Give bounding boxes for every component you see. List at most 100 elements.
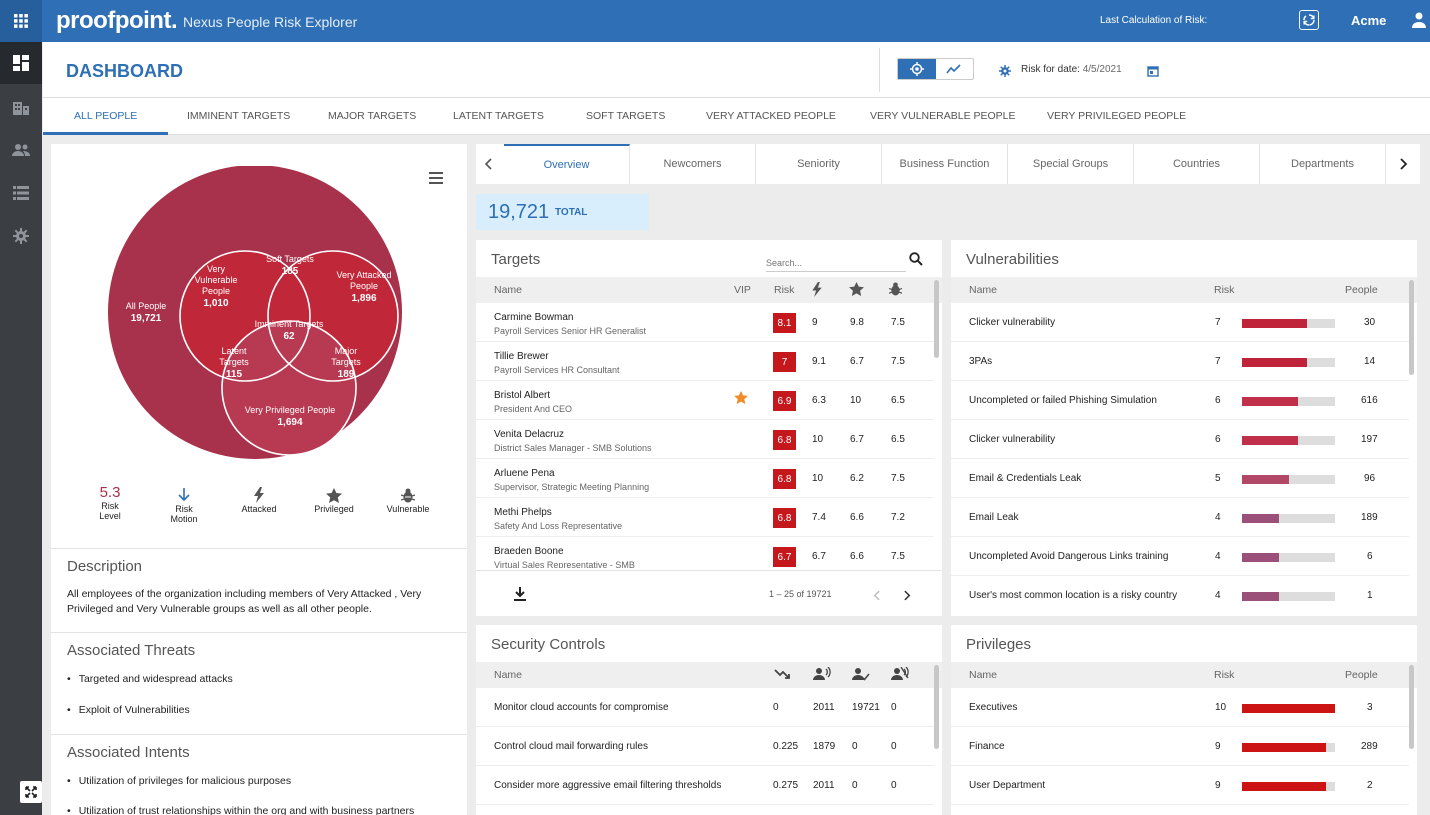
- table-row[interactable]: Tillie Brewer Payroll Services HR Consul…: [476, 342, 934, 381]
- download-icon[interactable]: [514, 587, 526, 606]
- tab-all-people[interactable]: ALL PEOPLE: [74, 110, 137, 122]
- person-muted-icon[interactable]: [891, 666, 909, 684]
- apps-grid-icon[interactable]: [0, 0, 42, 42]
- subtab-overview[interactable]: Overview: [504, 144, 630, 184]
- control-name[interactable]: Control cloud mail forwarding rules: [494, 741, 648, 752]
- expand-icon[interactable]: [20, 781, 42, 803]
- vulnerability-name[interactable]: Clicker vulnerability: [969, 434, 1055, 445]
- subtab-seniority[interactable]: Seniority: [756, 144, 882, 184]
- calendar-icon[interactable]: [1147, 64, 1159, 82]
- table-row[interactable]: 3PAs 7 14: [951, 342, 1409, 381]
- person-name[interactable]: Methi Phelps: [494, 507, 552, 518]
- target-view-button[interactable]: [898, 59, 936, 79]
- star-icon[interactable]: [849, 282, 864, 299]
- vulnerability-name[interactable]: Uncompleted or failed Phishing Simulatio…: [969, 395, 1157, 406]
- view-toggle[interactable]: [897, 58, 974, 80]
- table-row[interactable]: Control cloud mail forwarding rules 0.22…: [476, 727, 934, 766]
- table-row[interactable]: Braeden Boone Virtual Sales Representati…: [476, 537, 934, 568]
- table-row[interactable]: Uncompleted Avoid Dangerous Links traini…: [951, 537, 1409, 576]
- tenant-name[interactable]: Acme: [1351, 13, 1386, 28]
- targets-scrollbar[interactable]: [934, 280, 939, 358]
- dashboard-icon[interactable]: [11, 53, 31, 73]
- trend-view-button[interactable]: [936, 59, 974, 79]
- subtab-business-function[interactable]: Business Function: [882, 144, 1008, 184]
- subtab-special-groups[interactable]: Special Groups: [1008, 144, 1134, 184]
- vulnerabilities-scrollbar[interactable]: [1409, 280, 1414, 375]
- settings-icon[interactable]: [11, 226, 31, 246]
- vulnerability-name[interactable]: User's most common location is a risky c…: [969, 590, 1177, 601]
- table-row[interactable]: Clicker vulnerability 6 197: [951, 420, 1409, 459]
- gear-icon[interactable]: [999, 64, 1011, 82]
- subtab-newcomers[interactable]: Newcomers: [630, 144, 756, 184]
- lightning-icon[interactable]: [812, 282, 822, 300]
- col-risk[interactable]: Risk: [1214, 284, 1234, 296]
- privilege-name[interactable]: User Department: [969, 780, 1045, 791]
- chevron-left-icon[interactable]: [873, 588, 880, 606]
- col-name[interactable]: Name: [969, 669, 997, 681]
- chevron-right-icon[interactable]: [1400, 157, 1408, 175]
- security-controls-scrollbar[interactable]: [934, 665, 939, 749]
- table-row[interactable]: Email Leak 4 189: [951, 498, 1409, 537]
- chevron-right-icon[interactable]: [904, 588, 911, 606]
- control-name[interactable]: Monitor cloud accounts for compromise: [494, 702, 669, 713]
- table-row[interactable]: User's most common location is a risky c…: [951, 576, 1409, 615]
- person-name[interactable]: Bristol Albert: [494, 390, 550, 401]
- tab-latent-targets[interactable]: LATENT TARGETS: [453, 110, 544, 122]
- tab-very-privileged-people[interactable]: VERY PRIVILEGED PEOPLE: [1047, 110, 1186, 122]
- user-icon[interactable]: [1410, 11, 1428, 34]
- people-icon[interactable]: [11, 140, 31, 160]
- table-row[interactable]: Venita Delacruz District Sales Manager -…: [476, 420, 934, 459]
- col-vip[interactable]: VIP: [734, 284, 751, 296]
- col-people[interactable]: People: [1345, 284, 1378, 296]
- col-risk[interactable]: Risk: [774, 284, 794, 296]
- table-row[interactable]: Methi Phelps Safety And Loss Representat…: [476, 498, 934, 537]
- privilege-name[interactable]: Finance: [969, 741, 1005, 752]
- person-name[interactable]: Braeden Boone: [494, 546, 564, 557]
- vulnerability-name[interactable]: Uncompleted Avoid Dangerous Links traini…: [969, 551, 1168, 562]
- table-row[interactable]: Finance 9 289: [951, 727, 1409, 766]
- person-name[interactable]: Tillie Brewer: [494, 351, 549, 362]
- table-row[interactable]: Consider more aggressive email filtering…: [476, 766, 934, 805]
- table-row[interactable]: Carmine Bowman Payroll Services Senior H…: [476, 303, 934, 342]
- col-name[interactable]: Name: [969, 284, 997, 296]
- col-risk[interactable]: Risk: [1214, 669, 1234, 681]
- person-name[interactable]: Venita Delacruz: [494, 429, 564, 440]
- person-alert-icon[interactable]: [813, 666, 831, 684]
- vulnerability-name[interactable]: 3PAs: [969, 356, 992, 367]
- table-row[interactable]: Uncompleted or failed Phishing Simulatio…: [951, 381, 1409, 420]
- table-row[interactable]: Email & Credentials Leak 5 96: [951, 459, 1409, 498]
- vulnerability-name[interactable]: Email Leak: [969, 512, 1018, 523]
- tab-imminent-targets[interactable]: IMMINENT TARGETS: [187, 110, 290, 122]
- privileges-scrollbar[interactable]: [1409, 665, 1414, 749]
- tab-major-targets[interactable]: MAJOR TARGETS: [328, 110, 416, 122]
- targets-search-input[interactable]: [766, 254, 906, 272]
- subtab-departments[interactable]: Departments: [1260, 144, 1386, 184]
- person-name[interactable]: Carmine Bowman: [494, 312, 573, 323]
- organization-icon[interactable]: [11, 97, 31, 117]
- col-name[interactable]: Name: [494, 284, 522, 296]
- subtab-countries[interactable]: Countries: [1134, 144, 1260, 184]
- col-people[interactable]: People: [1345, 669, 1378, 681]
- trend-down-icon[interactable]: [774, 668, 790, 683]
- table-row[interactable]: Clicker vulnerability 7 30: [951, 303, 1409, 342]
- tab-very-attacked-people[interactable]: VERY ATTACKED PEOPLE: [706, 110, 836, 122]
- bug-icon[interactable]: [888, 282, 903, 299]
- vulnerability-name[interactable]: Clicker vulnerability: [969, 317, 1055, 328]
- table-row[interactable]: Arluene Pena Supervisor, Strategic Meeti…: [476, 459, 934, 498]
- control-name[interactable]: Consider more aggressive email filtering…: [494, 780, 721, 791]
- person-name[interactable]: Arluene Pena: [494, 468, 555, 479]
- table-row[interactable]: Monitor cloud accounts for compromise 0 …: [476, 688, 934, 727]
- person-check-icon[interactable]: [852, 667, 870, 684]
- table-row[interactable]: User Department 9 2: [951, 766, 1409, 805]
- tab-very-vulnerable-people[interactable]: VERY VULNERABLE PEOPLE: [870, 110, 1016, 122]
- search-icon[interactable]: [909, 252, 923, 271]
- vulnerability-name[interactable]: Email & Credentials Leak: [969, 473, 1081, 484]
- list-icon[interactable]: [11, 183, 31, 203]
- chevron-left-icon[interactable]: [484, 157, 492, 175]
- col-name[interactable]: Name: [494, 669, 522, 681]
- tab-soft-targets[interactable]: SOFT TARGETS: [586, 110, 665, 122]
- refresh-icon[interactable]: [1299, 10, 1319, 30]
- table-row[interactable]: Executives 10 3: [951, 688, 1409, 727]
- privilege-name[interactable]: Executives: [969, 702, 1017, 713]
- table-row[interactable]: Bristol Albert President And CEO 6.9 6.3…: [476, 381, 934, 420]
